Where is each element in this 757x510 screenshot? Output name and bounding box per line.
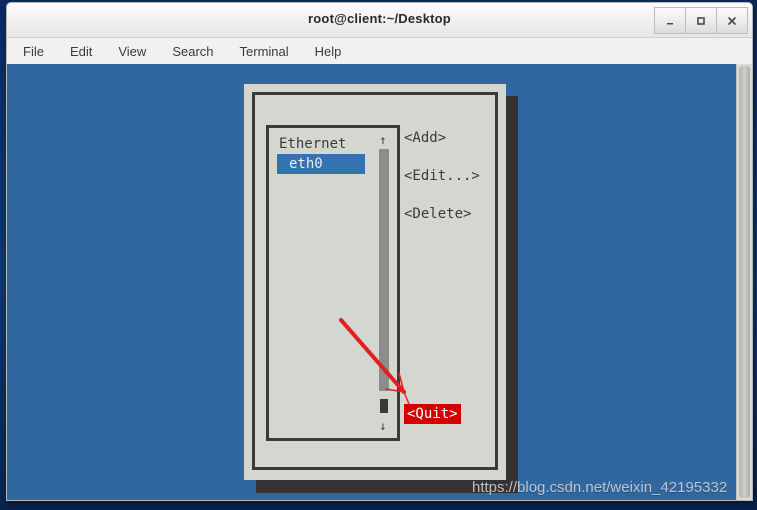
delete-button[interactable]: <Delete> [404,206,500,222]
list-group-ethernet: Ethernet [279,136,347,152]
menu-item-view[interactable]: View [116,42,148,61]
menubar: File Edit View Search Terminal Help [7,38,752,65]
menu-item-help[interactable]: Help [313,42,344,61]
edit-button[interactable]: <Edit...> [404,168,500,184]
connection-listbox[interactable]: Ethernet eth0 ↑ ↓ [266,125,400,441]
watermark-text: https://blog.csdn.net/weixin_42195332 [472,479,728,496]
list-scrollbar[interactable]: ↑ ↓ [373,132,393,434]
nmtui-connection-dialog: Ethernet eth0 ↑ ↓ <Add> <Edit...> <Delet… [244,84,506,480]
terminal-scrollbar[interactable] [736,64,752,500]
minimize-icon [667,22,673,24]
scroll-down-arrow-icon[interactable]: ↓ [373,420,393,432]
menu-item-edit[interactable]: Edit [68,42,94,61]
maximize-button[interactable] [686,7,717,34]
quit-button[interactable]: <Quit> [404,404,461,424]
add-button[interactable]: <Add> [404,130,500,146]
list-item-eth0[interactable]: eth0 [277,154,365,174]
maximize-icon [697,16,705,25]
close-icon [728,16,736,25]
scroll-up-arrow-icon[interactable]: ↑ [373,134,393,146]
menu-item-file[interactable]: File [21,42,46,61]
menu-item-search[interactable]: Search [170,42,215,61]
terminal-scrollbar-thumb[interactable] [739,66,750,498]
window-controls [654,7,748,34]
connection-list-items: Ethernet eth0 [269,128,371,174]
list-scrollbar-thumb[interactable] [380,399,388,413]
list-scrollbar-track[interactable] [379,149,389,391]
window-titlebar[interactable]: root@client:~/Desktop [7,3,752,38]
menu-item-terminal[interactable]: Terminal [238,42,291,61]
minimize-button[interactable] [654,7,686,34]
dialog-action-buttons: <Add> <Edit...> <Delete> [404,130,500,244]
close-button[interactable] [717,7,748,34]
window-title: root@client:~/Desktop [308,11,451,26]
